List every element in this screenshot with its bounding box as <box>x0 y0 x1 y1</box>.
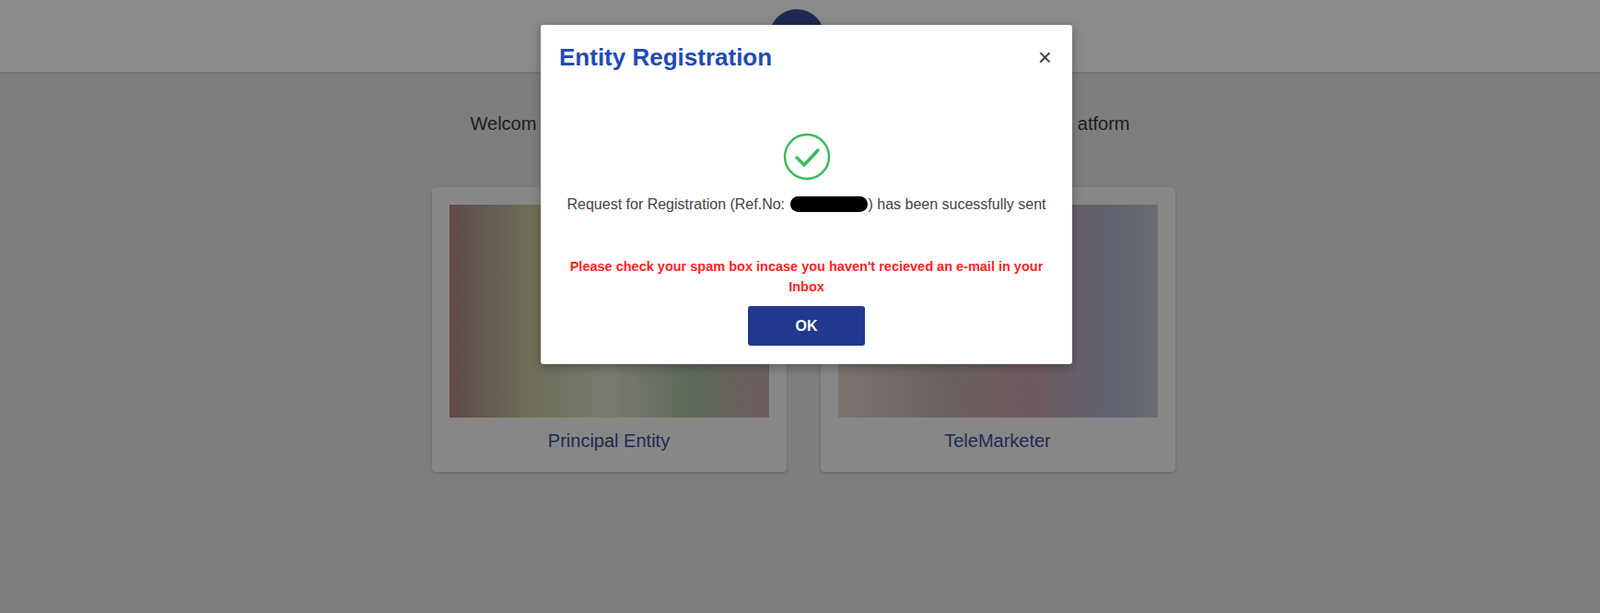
spam-warning: Please check your spam box incase you ha… <box>555 256 1058 297</box>
card-label[interactable]: TeleMarketer <box>838 417 1158 465</box>
close-button[interactable]: × <box>1034 43 1056 71</box>
ok-button[interactable]: OK <box>747 305 865 346</box>
message-start: Request for Registration (Ref.No: <box>567 196 790 212</box>
redacted-reference <box>790 196 868 212</box>
success-message: Request for Registration (Ref.No: ) has … <box>555 192 1058 217</box>
welcome-right: atform <box>1077 112 1131 135</box>
message-end: ) has been sucessfully sent <box>868 196 1047 212</box>
card-label[interactable]: Principal Entity <box>449 417 770 465</box>
success-check-icon <box>782 132 831 181</box>
dialog-header: Entity Registration × <box>540 24 1073 73</box>
welcome-left: Welcom <box>470 112 538 135</box>
registration-dialog: Entity Registration × Request for Registra… <box>540 24 1073 364</box>
dialog-title: Entity Registration <box>559 41 772 73</box>
